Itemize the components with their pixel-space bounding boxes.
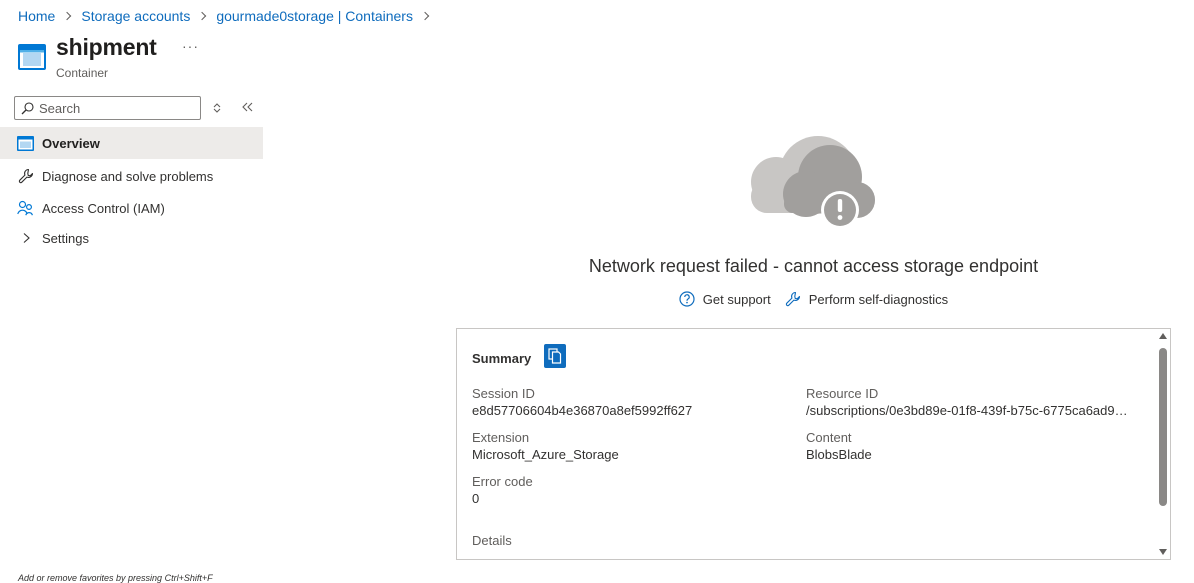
summary-title: Summary xyxy=(472,351,532,366)
self-diagnostics-label: Perform self-diagnostics xyxy=(808,291,949,307)
breadcrumb-storage-accounts[interactable]: Storage accounts xyxy=(81,8,190,24)
error-code-label: Error code xyxy=(472,474,533,489)
cloud-error-icon xyxy=(751,136,875,229)
page-subtitle: Container xyxy=(56,66,109,80)
session-id-label: Session ID xyxy=(472,386,535,401)
collapse-sidebar-icon[interactable] xyxy=(240,100,254,114)
sidebar-item-label: Overview xyxy=(42,135,100,151)
sidebar-item-diagnose[interactable]: Diagnose and solve problems xyxy=(0,160,263,192)
breadcrumb-home[interactable]: Home xyxy=(18,8,55,24)
wrench-icon xyxy=(17,168,34,185)
container-icon xyxy=(18,44,46,70)
page-title: shipment xyxy=(56,34,157,60)
breadcrumb-containers[interactable]: gourmade0storage | Containers xyxy=(216,8,413,24)
copy-icon xyxy=(548,348,562,364)
error-actions: Get support Perform self-diagnostics xyxy=(456,291,1171,307)
error-title: Network request failed - cannot access s… xyxy=(588,256,1039,276)
resource-id-label: Resource ID xyxy=(806,386,879,401)
sidebar-item-overview[interactable]: Overview xyxy=(0,127,263,159)
search-icon xyxy=(21,101,34,114)
copy-button[interactable] xyxy=(544,344,566,368)
sidebar-item-label: Access Control (IAM) xyxy=(42,200,165,216)
sidebar-item-label: Diagnose and solve problems xyxy=(42,168,214,184)
content-value: BlobsBlade xyxy=(806,447,872,462)
self-diagnostics-link[interactable]: Perform self-diagnostics xyxy=(785,291,948,307)
search-box[interactable] xyxy=(14,96,201,120)
scroll-up-arrow-icon[interactable] xyxy=(1159,333,1167,339)
chevron-right-icon xyxy=(198,11,207,21)
sidebar-item-settings[interactable]: Settings xyxy=(0,222,263,254)
favorites-hint: Add or remove favorites by pressing Ctrl… xyxy=(18,573,213,583)
scrollbar-thumb[interactable] xyxy=(1159,348,1167,506)
container-icon xyxy=(17,135,34,152)
error-code-value: 0 xyxy=(472,491,480,506)
summary-panel: Summary Session ID e8d57706604b4e36870a8… xyxy=(456,328,1171,560)
details-label: Details xyxy=(472,533,512,548)
wrench-icon xyxy=(785,291,800,307)
get-support-label: Get support xyxy=(702,291,771,307)
chevron-right-icon xyxy=(420,11,430,21)
session-id-value: e8d57706604b4e36870a8ef5992ff627 xyxy=(472,403,693,418)
resource-id-value: /subscriptions/0e3bd89e-01f8-439f-b75c-6… xyxy=(806,403,1128,418)
get-support-link[interactable]: Get support xyxy=(679,291,771,307)
scrollbar[interactable] xyxy=(1157,329,1170,559)
sidebar-item-access-control[interactable]: Access Control (IAM) xyxy=(0,192,263,224)
sort-icon[interactable] xyxy=(211,101,223,115)
extension-value: Microsoft_Azure_Storage xyxy=(472,447,619,462)
content-label: Content xyxy=(806,430,852,445)
more-options-button[interactable]: ··· xyxy=(182,38,199,54)
sidebar-item-label: Settings xyxy=(42,230,89,246)
people-icon xyxy=(17,200,34,217)
chevron-right-icon xyxy=(63,11,72,21)
scroll-down-arrow-icon[interactable] xyxy=(1159,549,1167,555)
extension-label: Extension xyxy=(472,430,530,445)
breadcrumb: Home Storage accounts gourmade0storage |… xyxy=(18,7,439,25)
search-input[interactable] xyxy=(39,100,189,116)
question-icon xyxy=(679,291,695,307)
chevron-right-icon xyxy=(17,230,34,247)
